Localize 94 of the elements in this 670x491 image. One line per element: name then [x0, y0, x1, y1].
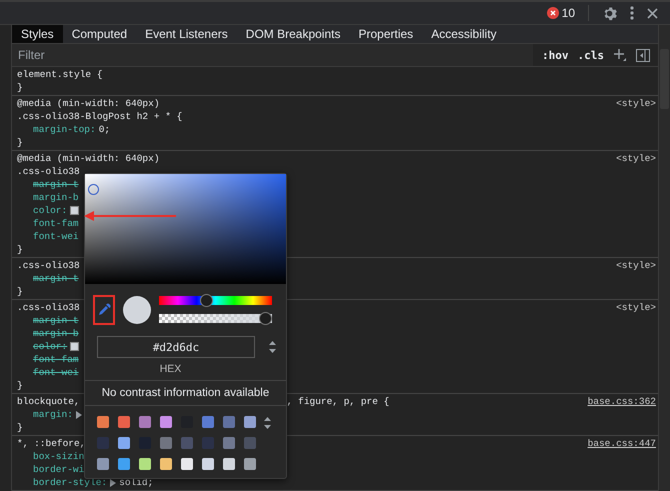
- palette-swatch[interactable]: [223, 437, 235, 449]
- property-name: margin-b: [33, 191, 79, 204]
- closing-brace: }: [17, 243, 23, 256]
- source-link[interactable]: base.css:362: [588, 395, 656, 408]
- contrast-info: No contrast information available: [85, 381, 286, 406]
- property-name: margin-b: [33, 327, 79, 340]
- palette-switch-icon[interactable]: [264, 417, 271, 429]
- more-options-icon[interactable]: [630, 6, 634, 20]
- source-link[interactable]: base.css:447: [588, 437, 656, 450]
- selector-text: .css-olio38: [17, 301, 80, 314]
- palette-swatch[interactable]: [223, 458, 235, 470]
- palette-swatch[interactable]: [160, 458, 172, 470]
- property-name: color:: [33, 204, 68, 217]
- closing-brace: }: [17, 379, 23, 392]
- close-icon[interactable]: [647, 8, 658, 18]
- error-icon: [546, 7, 559, 19]
- palette-swatch[interactable]: [244, 458, 256, 470]
- palette-swatch[interactable]: [160, 416, 172, 428]
- source-label: <style>: [616, 152, 656, 165]
- hex-value-field[interactable]: #d2d6dc: [97, 336, 255, 358]
- opacity-slider[interactable]: [159, 312, 272, 325]
- property-name: margin-top:: [33, 123, 96, 136]
- expand-triangle-icon[interactable]: [110, 478, 116, 486]
- panel-tab[interactable]: Properties: [349, 25, 422, 43]
- format-switch-icon[interactable]: [269, 341, 276, 353]
- palette-swatch[interactable]: [244, 416, 256, 428]
- palette-swatch[interactable]: [181, 458, 193, 470]
- palette-swatch[interactable]: [97, 416, 109, 428]
- selector-text: .css-olio38: [17, 165, 80, 178]
- panel-tab[interactable]: Computed: [62, 25, 136, 43]
- palette-swatch[interactable]: [244, 437, 256, 449]
- color-preview: [123, 296, 151, 324]
- add-rule-icon[interactable]: [613, 48, 627, 62]
- property-name: margin:: [33, 408, 73, 421]
- error-count[interactable]: 10: [546, 6, 575, 20]
- property-name: font-fam: [33, 217, 79, 230]
- saturation-value-area[interactable]: [85, 174, 286, 284]
- palette-swatch[interactable]: [160, 437, 172, 449]
- color-swatch[interactable]: [70, 342, 80, 351]
- settings-icon[interactable]: [602, 6, 617, 20]
- property-value: 0;: [98, 123, 110, 136]
- slider-thumb[interactable]: [200, 294, 213, 307]
- palette-swatch[interactable]: [139, 458, 151, 470]
- panel-tab[interactable]: DOM Breakpoints: [236, 25, 350, 43]
- closing-brace: }: [17, 81, 23, 94]
- property-name: color:: [33, 340, 68, 353]
- panel-tab[interactable]: Accessibility: [422, 25, 506, 43]
- palette-swatch[interactable]: [181, 437, 193, 449]
- property-name: font-fam: [33, 353, 79, 366]
- property-name: margin-t: [33, 314, 79, 327]
- source-label: <style>: [616, 97, 656, 110]
- palette-swatch[interactable]: [118, 416, 130, 428]
- closing-brace: }: [17, 136, 23, 149]
- palette-swatch[interactable]: [118, 458, 130, 470]
- property-name: margin-t: [33, 178, 79, 191]
- hue-slider[interactable]: [159, 294, 272, 307]
- property-name: border-style:: [33, 476, 108, 489]
- selector-text: .css-olio38-BlogPost h2 + * {: [17, 110, 182, 123]
- palette-swatch[interactable]: [97, 458, 109, 470]
- closing-brace: }: [17, 285, 23, 298]
- media-query: @media (min-width: 640px): [17, 152, 160, 165]
- property-name: font-wei: [33, 366, 79, 379]
- hover-state-toggle[interactable]: :hov: [542, 48, 568, 62]
- media-query: @media (min-width: 640px): [17, 97, 160, 110]
- property-name: border-wi: [33, 463, 84, 476]
- source-label: <style>: [616, 259, 656, 272]
- color-swatch[interactable]: [70, 206, 80, 215]
- slider-thumb[interactable]: [259, 312, 272, 325]
- class-toggle[interactable]: .cls: [578, 48, 604, 62]
- property-name: box-sizin: [33, 450, 84, 463]
- selector-text: , figure, p, pre {: [286, 395, 390, 408]
- sidebar-toggle-icon[interactable]: [636, 48, 650, 62]
- palette-swatch[interactable]: [97, 437, 109, 449]
- selector-text: element.style {: [17, 68, 103, 81]
- selector-text: .css-olio38: [17, 259, 80, 272]
- filter-field[interactable]: Filter: [12, 44, 533, 66]
- color-selector-handle[interactable]: [88, 184, 99, 195]
- palette-swatch[interactable]: [202, 437, 214, 449]
- selector-text: *, ::before,: [17, 437, 86, 450]
- palette-swatch[interactable]: [223, 416, 235, 428]
- eyedropper-icon[interactable]: [98, 303, 110, 316]
- palette-swatch[interactable]: [118, 437, 130, 449]
- palette-swatch[interactable]: [139, 416, 151, 428]
- palette-swatch[interactable]: [202, 416, 214, 428]
- closing-brace: }: [17, 421, 23, 434]
- panel-tab[interactable]: Event Listeners: [136, 25, 237, 43]
- panel-tab[interactable]: Styles: [12, 25, 63, 43]
- property-name: margin-t: [33, 272, 79, 285]
- format-label: HEX: [85, 358, 286, 381]
- source-label: <style>: [616, 301, 656, 314]
- selector-text: blockquote,: [17, 395, 80, 408]
- palette-swatch[interactable]: [202, 458, 214, 470]
- expand-triangle-icon[interactable]: [76, 410, 82, 418]
- property-name: font-wei: [33, 230, 79, 243]
